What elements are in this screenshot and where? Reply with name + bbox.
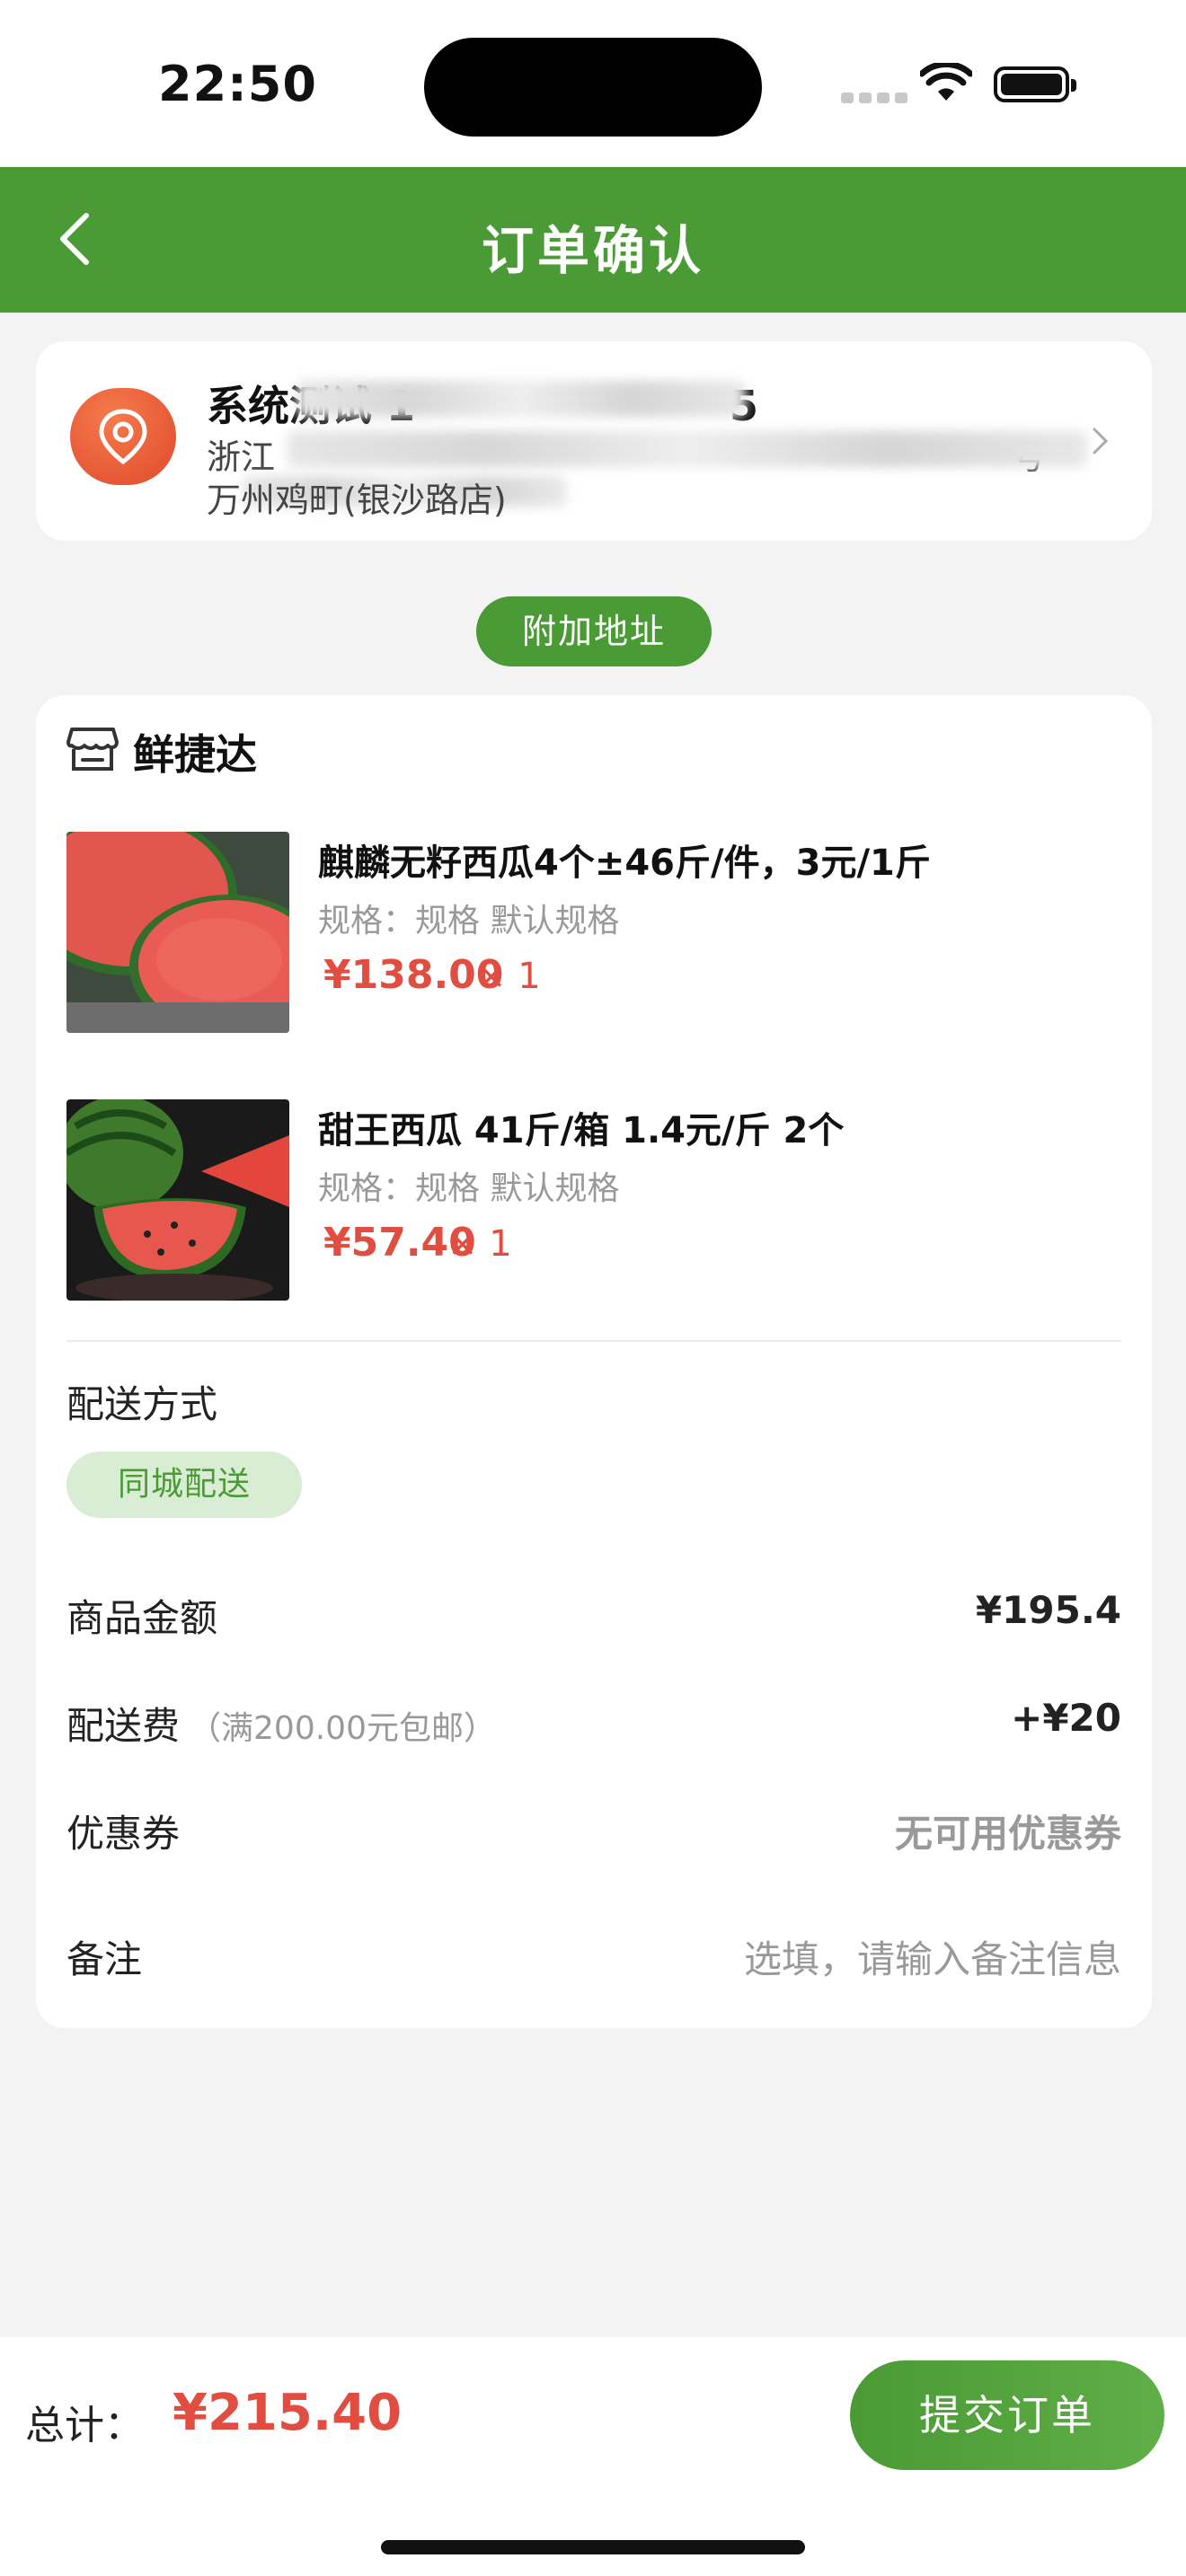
home-indicator: [381, 2540, 805, 2554]
delivery-option-same-city[interactable]: 同城配送: [66, 1451, 302, 1518]
cellular-signal-icon: [841, 90, 913, 107]
battery-icon: [994, 66, 1076, 102]
goods-amount-value: ¥195.4: [975, 1588, 1121, 1632]
checkout-bar: 总计： ¥215.40 提交订单: [0, 2337, 1186, 2576]
chevron-right-icon: [1093, 428, 1109, 454]
submit-order-button[interactable]: 提交订单: [850, 2360, 1164, 2470]
order-item[interactable]: 麒麟无籽西瓜4个±46斤/件，3元/1斤 规格：规格 默认规格 ¥138.00 …: [66, 832, 1127, 1033]
coupon-selector[interactable]: 无可用优惠券: [895, 1804, 1121, 1858]
status-bar: 22:50: [0, 0, 1186, 167]
item-title: 甜王西瓜 41斤/箱 1.4元/斤 2个: [318, 1110, 845, 1151]
order-card: 鲜捷达 麒麟无籽西瓜4个±46斤/件，3元/1斤 规格：规格 默认规格 ¥138…: [36, 695, 1152, 2028]
free-shipping-hint: （满200.00元包邮）: [189, 1710, 496, 1747]
total-label: 总计：: [25, 2403, 144, 2448]
item-spec: 规格：规格 默认规格: [318, 1170, 620, 1207]
total-value: ¥215.40: [173, 2384, 403, 2442]
delivery-fee-value: +¥20: [1011, 1696, 1121, 1740]
store-icon: [66, 728, 119, 771]
nav-bar: 订单确认: [0, 167, 1186, 313]
add-address-button[interactable]: 附加地址: [476, 596, 712, 666]
address-card[interactable]: 系统测试 15 浙江号 万州鸡町(银沙路店): [36, 341, 1152, 541]
item-quantity: × 1: [476, 956, 541, 997]
delivery-fee-label: 配送费 （满200.00元包邮）: [66, 1696, 496, 1751]
coupon-label: 优惠券: [66, 1812, 181, 1856]
product-image-watermelon: [66, 1099, 289, 1301]
address-line-2: 万州鸡町(银沙路店): [207, 481, 507, 520]
order-item[interactable]: 甜王西瓜 41斤/箱 1.4元/斤 2个 规格：规格 默认规格 ¥57.40 ×…: [66, 1099, 1127, 1301]
item-title: 麒麟无籽西瓜4个±46斤/件，3元/1斤: [318, 842, 931, 884]
divider: [66, 1340, 1121, 1342]
wifi-icon: [920, 63, 972, 101]
redacted-phone: [296, 381, 746, 417]
item-quantity: × 1: [447, 1223, 512, 1265]
delivery-fee-text: 配送费: [66, 1704, 181, 1748]
redacted-address: [288, 431, 1087, 467]
page-title: 订单确认: [481, 220, 704, 281]
goods-amount-label: 商品金额: [66, 1596, 218, 1640]
item-spec: 规格：规格 默认规格: [318, 903, 620, 940]
store-name: 鲜捷达: [133, 730, 257, 779]
note-input[interactable]: 选填，请输入备注信息: [744, 1929, 1121, 1984]
dynamic-island: [424, 38, 762, 137]
delivery-method-label: 配送方式: [66, 1382, 218, 1426]
product-image-watermelon: [66, 832, 289, 1033]
note-label: 备注: [66, 1937, 143, 1981]
status-time: 22:50: [158, 56, 317, 112]
location-pin-icon: [70, 388, 176, 485]
